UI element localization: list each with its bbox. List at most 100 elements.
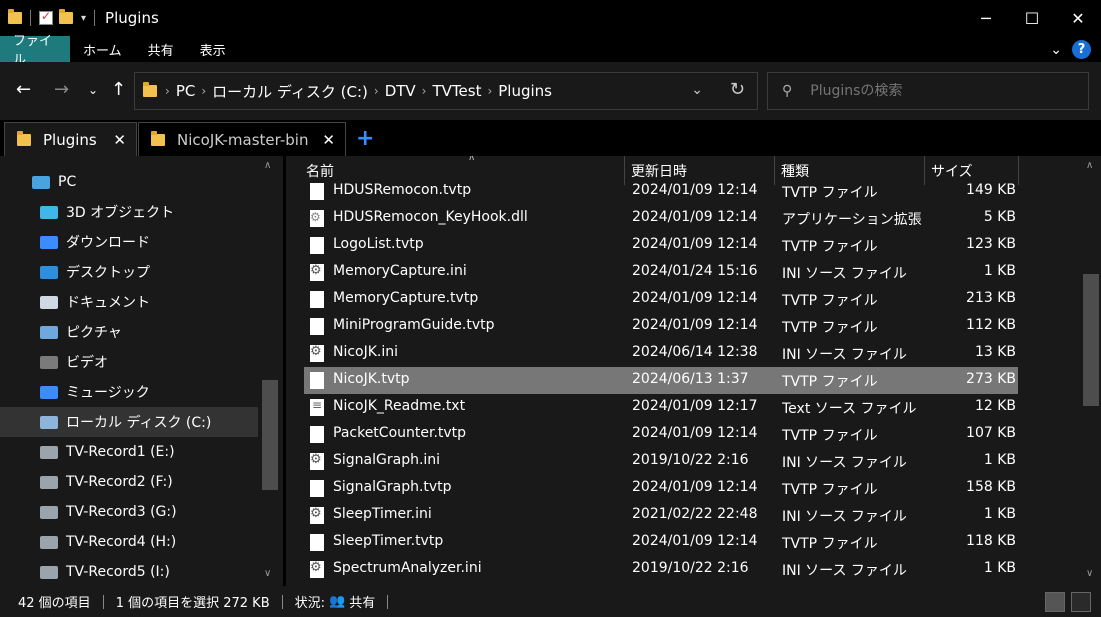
file-type: TVTP ファイル bbox=[782, 482, 878, 498]
table-row[interactable]: LogoList.tvtp 2024/01/09 12:14 TVTP ファイル 12… bbox=[304, 232, 1018, 259]
sidebar-item[interactable]: TV-Record4 (H:) bbox=[0, 527, 258, 557]
drive-icon bbox=[40, 445, 58, 459]
sidebar-item[interactable]: ミュージック bbox=[0, 377, 258, 407]
table-row[interactable]: MiniProgramGuide.tvtp 2024/01/09 12:14 TVT… bbox=[304, 313, 1018, 340]
properties-icon[interactable] bbox=[39, 9, 53, 25]
chevron-right-icon[interactable]: › bbox=[487, 84, 492, 98]
scroll-up-icon[interactable]: ∧ bbox=[264, 160, 271, 171]
file-date: 2024/01/09 12:14 bbox=[632, 533, 758, 549]
close-button[interactable]: ✕ bbox=[1055, 0, 1101, 36]
tab-file[interactable]: ファイル bbox=[0, 34, 70, 68]
tab-share[interactable]: 共有 bbox=[135, 36, 187, 62]
file-name: SignalGraph.ini bbox=[333, 452, 441, 468]
maximize-button[interactable]: ☐ bbox=[1009, 0, 1055, 36]
sidebar-item[interactable]: TV-Record3 (G:) bbox=[0, 497, 258, 527]
file-date: 2021/02/22 22:48 bbox=[632, 506, 758, 522]
recent-locations-icon[interactable]: ⌄ bbox=[88, 83, 98, 97]
3d-objects-icon bbox=[40, 205, 58, 219]
sidebar-item[interactable]: TV-Record1 (E:) bbox=[0, 437, 258, 467]
table-row[interactable]: SignalGraph.ini 2019/10/22 2:16 INI ソース ファ… bbox=[304, 448, 1018, 475]
new-tab-icon[interactable]: + bbox=[356, 126, 374, 151]
sidebar-item[interactable]: TV-Record2 (F:) bbox=[0, 467, 258, 497]
ini-file-icon bbox=[310, 452, 324, 470]
table-row[interactable]: NicoJK_Readme.txt 2024/01/09 12:17 Text ソー… bbox=[304, 394, 1018, 421]
videos-icon bbox=[40, 355, 58, 369]
table-row[interactable]: SleepTimer.tvtp 2024/01/09 12:14 TVTP ファイル… bbox=[304, 529, 1018, 556]
large-icons-view-icon[interactable] bbox=[1071, 592, 1091, 612]
close-tab-icon[interactable]: ✕ bbox=[322, 131, 335, 149]
sidebar-item-label: 3D オブジェクト bbox=[66, 205, 175, 221]
minimize-button[interactable]: ─ bbox=[963, 0, 1009, 36]
table-row[interactable]: HDUSRemocon_KeyHook.dll 2024/01/09 12:14 ア… bbox=[304, 205, 1018, 232]
breadcrumb-plugins[interactable]: Plugins bbox=[498, 82, 552, 100]
file-size: 12 KB bbox=[974, 398, 1016, 414]
file-name: MemoryCapture.tvtp bbox=[333, 290, 479, 306]
table-row[interactable]: NicoJK.tvtp 2024/06/13 1:37 TVTP ファイル 273 K… bbox=[304, 367, 1018, 394]
sidebar-item-label: TV-Record2 (F:) bbox=[66, 474, 173, 490]
sidebar-item[interactable]: ビデオ bbox=[0, 347, 258, 377]
close-tab-icon[interactable]: ✕ bbox=[113, 131, 126, 149]
expand-ribbon-icon[interactable]: ⌄ bbox=[1050, 42, 1062, 58]
file-scrollbar[interactable]: ∧ ∨ bbox=[1081, 156, 1101, 586]
chevron-right-icon[interactable]: › bbox=[422, 84, 427, 98]
scroll-up-icon[interactable]: ∧ bbox=[1086, 160, 1093, 171]
tab-label: Plugins bbox=[43, 130, 97, 149]
sidebar-item-label: TV-Record4 (H:) bbox=[66, 534, 177, 550]
breadcrumb-pc[interactable]: PC bbox=[176, 82, 196, 100]
ini-file-icon bbox=[310, 506, 324, 524]
sidebar-item[interactable]: 3D オブジェクト bbox=[0, 197, 258, 227]
window-controls: ─ ☐ ✕ bbox=[963, 0, 1101, 36]
search-box[interactable]: ⚲ bbox=[767, 72, 1089, 110]
search-input[interactable] bbox=[810, 83, 1071, 99]
back-icon[interactable]: ← bbox=[16, 79, 31, 100]
sidebar-item[interactable]: ピクチャ bbox=[0, 317, 258, 347]
sidebar-item[interactable]: ドキュメント bbox=[0, 287, 258, 317]
table-row[interactable]: SpectrumAnalyzer.ini 2019/10/22 2:16 INI ソ… bbox=[304, 556, 1018, 583]
table-row[interactable]: NicoJK.ini 2024/06/14 12:38 INI ソース ファイル 13… bbox=[304, 340, 1018, 367]
help-icon[interactable]: ? bbox=[1072, 40, 1091, 59]
separator bbox=[281, 594, 283, 609]
details-view-icon[interactable] bbox=[1045, 592, 1065, 612]
sidebar-item[interactable]: ダウンロード bbox=[0, 227, 258, 257]
customize-quick-access-icon[interactable]: ▾ bbox=[81, 13, 86, 24]
up-icon[interactable]: ↑ bbox=[111, 79, 126, 100]
ribbon-right: ⌄ ? bbox=[1050, 40, 1091, 59]
sidebar-item[interactable]: デスクトップ bbox=[0, 257, 258, 287]
refresh-icon[interactable]: ↻ bbox=[730, 79, 745, 100]
tab-plugins[interactable]: Plugins ✕ bbox=[4, 122, 137, 156]
table-row[interactable]: SignalGraph.tvtp 2024/01/09 12:14 TVTP ファイ… bbox=[304, 475, 1018, 502]
ini-file-icon bbox=[310, 560, 324, 578]
scroll-down-icon[interactable]: ∨ bbox=[1086, 568, 1093, 579]
breadcrumb-tvtest[interactable]: TVTest bbox=[432, 82, 481, 100]
sidebar-item[interactable]: ローカル ディスク (C:) bbox=[0, 407, 258, 437]
new-folder-icon[interactable] bbox=[59, 9, 73, 24]
tab-nicojk-master-bin[interactable]: NicoJK-master-bin ✕ bbox=[138, 122, 346, 156]
file-scroll-thumb[interactable] bbox=[1083, 274, 1099, 406]
address-bar[interactable]: › PC › ローカル ディスク (C:) › DTV › TVTest › P… bbox=[134, 72, 758, 110]
chevron-right-icon[interactable]: › bbox=[201, 84, 206, 98]
address-dropdown-icon[interactable]: ⌄ bbox=[691, 82, 703, 98]
nav-scrollbar[interactable]: ∧ ∨ bbox=[259, 156, 281, 586]
breadcrumb-local-disk[interactable]: ローカル ディスク (C:) bbox=[212, 81, 368, 102]
table-row[interactable]: PacketCounter.tvtp 2024/01/09 12:14 TVTP フ… bbox=[304, 421, 1018, 448]
table-row[interactable]: HDUSRemocon.tvtp 2024/01/09 12:14 TVTP ファイ… bbox=[304, 178, 1018, 205]
sidebar-item[interactable]: PC bbox=[0, 167, 258, 197]
forward-icon[interactable]: → bbox=[54, 79, 69, 100]
table-row[interactable]: SleepTimer.ini 2021/02/22 22:48 INI ソース ファ… bbox=[304, 502, 1018, 529]
breadcrumb-dtv[interactable]: DTV bbox=[385, 82, 416, 100]
tab-home[interactable]: ホーム bbox=[70, 36, 135, 62]
sidebar-item-label: TV-Record3 (G:) bbox=[66, 504, 177, 520]
chevron-right-icon[interactable]: › bbox=[165, 84, 170, 98]
scroll-down-icon[interactable]: ∨ bbox=[264, 568, 271, 579]
tab-view[interactable]: 表示 bbox=[187, 36, 239, 62]
separator bbox=[94, 10, 96, 26]
drive-icon bbox=[40, 505, 58, 519]
sidebar-item-label: TV-Record5 (I:) bbox=[66, 564, 170, 580]
table-row[interactable]: MemoryCapture.ini 2024/01/24 15:16 INI ソース… bbox=[304, 259, 1018, 286]
sidebar-item[interactable]: TV-Record5 (I:) bbox=[0, 557, 258, 586]
nav-scroll-thumb[interactable] bbox=[262, 380, 278, 490]
table-row[interactable]: MemoryCapture.tvtp 2024/01/09 12:14 TVTP フ… bbox=[304, 286, 1018, 313]
chevron-right-icon[interactable]: › bbox=[374, 84, 379, 98]
download-icon bbox=[40, 235, 58, 249]
file-icon bbox=[310, 480, 324, 497]
